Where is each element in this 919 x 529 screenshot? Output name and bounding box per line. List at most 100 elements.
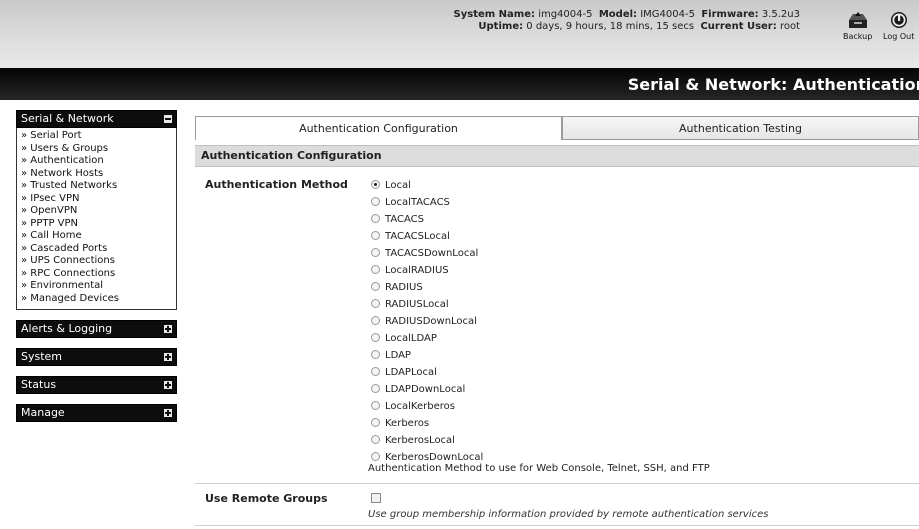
sidebar-section-title: Alerts & Logging bbox=[21, 322, 113, 335]
collapse-icon[interactable] bbox=[164, 115, 172, 123]
radio-label: LocalKerberos bbox=[385, 401, 455, 412]
sidebar-section-system[interactable]: System bbox=[16, 348, 177, 366]
expand-icon[interactable] bbox=[164, 325, 172, 333]
expand-icon[interactable] bbox=[164, 381, 172, 389]
radio-option[interactable]: LocalRADIUS bbox=[371, 262, 483, 279]
radio-option[interactable]: LDAP bbox=[371, 347, 483, 364]
tab-authentication-testing[interactable]: Authentication Testing bbox=[562, 116, 919, 140]
uptime-label: Uptime: bbox=[478, 21, 524, 32]
sidebar-item-cascaded-ports[interactable]: » Cascaded Ports bbox=[21, 243, 173, 256]
radio-label: TACACS bbox=[385, 214, 424, 225]
radio-option[interactable]: KerberosLocal bbox=[371, 432, 483, 449]
radio-option[interactable]: RADIUS bbox=[371, 279, 483, 296]
tab-bar: Authentication Configuration Authenticat… bbox=[195, 116, 919, 140]
radio-option[interactable]: LDAPDownLocal bbox=[371, 381, 483, 398]
radio-button[interactable] bbox=[371, 384, 380, 393]
remote-groups-label: Use Remote Groups bbox=[205, 492, 328, 505]
radio-label: LDAPLocal bbox=[385, 367, 437, 378]
radio-label: Kerberos bbox=[385, 418, 430, 429]
remote-groups-help: Use group membership information provide… bbox=[368, 509, 769, 520]
sidebar-item-network-hosts[interactable]: » Network Hosts bbox=[21, 168, 173, 181]
sidebar-section-title: System bbox=[21, 350, 63, 363]
radio-button[interactable] bbox=[371, 333, 380, 342]
radio-button[interactable] bbox=[371, 180, 380, 189]
backup-icon bbox=[848, 12, 867, 28]
radio-button[interactable] bbox=[371, 418, 380, 427]
radio-option[interactable]: LocalLDAP bbox=[371, 330, 483, 347]
sidebar-section-alerts-logging[interactable]: Alerts & Logging bbox=[16, 320, 177, 338]
radio-label: LocalLDAP bbox=[385, 333, 437, 344]
backup-button[interactable]: Backup bbox=[843, 10, 872, 41]
sidebar-section-title: Manage bbox=[21, 406, 65, 419]
radio-button[interactable] bbox=[371, 299, 380, 308]
radio-option[interactable]: RADIUSDownLocal bbox=[371, 313, 483, 330]
sidebar: Serial & Network » Serial Port » Users &… bbox=[16, 110, 177, 422]
radio-option[interactable]: LDAPLocal bbox=[371, 364, 483, 381]
sidebar-item-environmental[interactable]: » Environmental bbox=[21, 280, 173, 293]
current-user-label: Current User: bbox=[700, 21, 777, 32]
sidebar-item-openvpn[interactable]: » OpenVPN bbox=[21, 205, 173, 218]
radio-button[interactable] bbox=[371, 197, 380, 206]
radio-label: TACACSDownLocal bbox=[385, 248, 479, 259]
radio-label: LocalTACACS bbox=[385, 197, 450, 208]
sidebar-item-serial-port[interactable]: » Serial Port bbox=[21, 130, 173, 143]
radio-label: KerberosDownLocal bbox=[385, 452, 484, 463]
radio-button[interactable] bbox=[371, 367, 380, 376]
radio-label: RADIUS bbox=[385, 282, 423, 293]
radio-label: LDAPDownLocal bbox=[385, 384, 466, 395]
auth-method-radio-group: Local LocalTACACS TACACS TACACSLocal TAC… bbox=[371, 177, 483, 466]
sidebar-menu-serial-network: » Serial Port » Users & Groups » Authent… bbox=[16, 128, 177, 310]
divider bbox=[195, 483, 919, 484]
radio-button[interactable] bbox=[371, 316, 380, 325]
radio-option[interactable]: TACACS bbox=[371, 211, 483, 228]
power-icon bbox=[890, 12, 907, 28]
firmware-label: Firmware: bbox=[701, 9, 759, 20]
top-header: System Name: img4004-5 Model: IMG4004-5 … bbox=[0, 0, 919, 68]
sidebar-item-ups-connections[interactable]: » UPS Connections bbox=[21, 255, 173, 268]
radio-button[interactable] bbox=[371, 435, 380, 444]
model-label: Model: bbox=[598, 9, 638, 20]
remote-groups-checkbox[interactable] bbox=[371, 493, 381, 503]
logout-label: Log Out bbox=[883, 32, 915, 41]
page-title: Serial & Network: Authentication bbox=[627, 75, 919, 94]
divider bbox=[195, 525, 919, 526]
radio-option[interactable]: TACACSDownLocal bbox=[371, 245, 483, 262]
radio-option[interactable]: TACACSLocal bbox=[371, 228, 483, 245]
sidebar-item-managed-devices[interactable]: » Managed Devices bbox=[21, 293, 173, 306]
radio-label: LDAP bbox=[385, 350, 411, 361]
sidebar-item-rpc-connections[interactable]: » RPC Connections bbox=[21, 268, 173, 281]
firmware-value: 3.5.2u3 bbox=[761, 9, 800, 20]
sidebar-section-status[interactable]: Status bbox=[16, 376, 177, 394]
sidebar-section-serial-network[interactable]: Serial & Network bbox=[16, 110, 177, 128]
logout-button[interactable]: Log Out bbox=[883, 10, 914, 41]
tab-authentication-configuration[interactable]: Authentication Configuration bbox=[195, 116, 562, 140]
radio-button[interactable] bbox=[371, 452, 380, 461]
expand-icon[interactable] bbox=[164, 409, 172, 417]
radio-button[interactable] bbox=[371, 231, 380, 240]
sidebar-item-pptp-vpn[interactable]: » PPTP VPN bbox=[21, 218, 173, 231]
radio-button[interactable] bbox=[371, 265, 380, 274]
radio-option[interactable]: LocalTACACS bbox=[371, 194, 483, 211]
radio-option[interactable]: RADIUSLocal bbox=[371, 296, 483, 313]
model-value: IMG4004-5 bbox=[640, 9, 695, 20]
expand-icon[interactable] bbox=[164, 353, 172, 361]
sidebar-item-trusted-networks[interactable]: » Trusted Networks bbox=[21, 180, 173, 193]
sidebar-item-authentication[interactable]: » Authentication bbox=[21, 155, 173, 168]
sidebar-section-manage[interactable]: Manage bbox=[16, 404, 177, 422]
radio-option[interactable]: Local bbox=[371, 177, 483, 194]
sidebar-item-ipsec-vpn[interactable]: » IPsec VPN bbox=[21, 193, 173, 206]
radio-button[interactable] bbox=[371, 350, 380, 359]
radio-button[interactable] bbox=[371, 248, 380, 257]
sidebar-item-call-home[interactable]: » Call Home bbox=[21, 230, 173, 243]
radio-label: TACACSLocal bbox=[385, 231, 450, 242]
radio-button[interactable] bbox=[371, 401, 380, 410]
radio-option[interactable]: LocalKerberos bbox=[371, 398, 483, 415]
radio-label: RADIUSDownLocal bbox=[385, 316, 477, 327]
radio-button[interactable] bbox=[371, 214, 380, 223]
sidebar-item-users-groups[interactable]: » Users & Groups bbox=[21, 143, 173, 156]
radio-label: KerberosLocal bbox=[385, 435, 455, 446]
sidebar-section-title: Serial & Network bbox=[21, 112, 114, 125]
radio-option[interactable]: Kerberos bbox=[371, 415, 483, 432]
section-header: Authentication Configuration bbox=[195, 145, 919, 167]
radio-button[interactable] bbox=[371, 282, 380, 291]
